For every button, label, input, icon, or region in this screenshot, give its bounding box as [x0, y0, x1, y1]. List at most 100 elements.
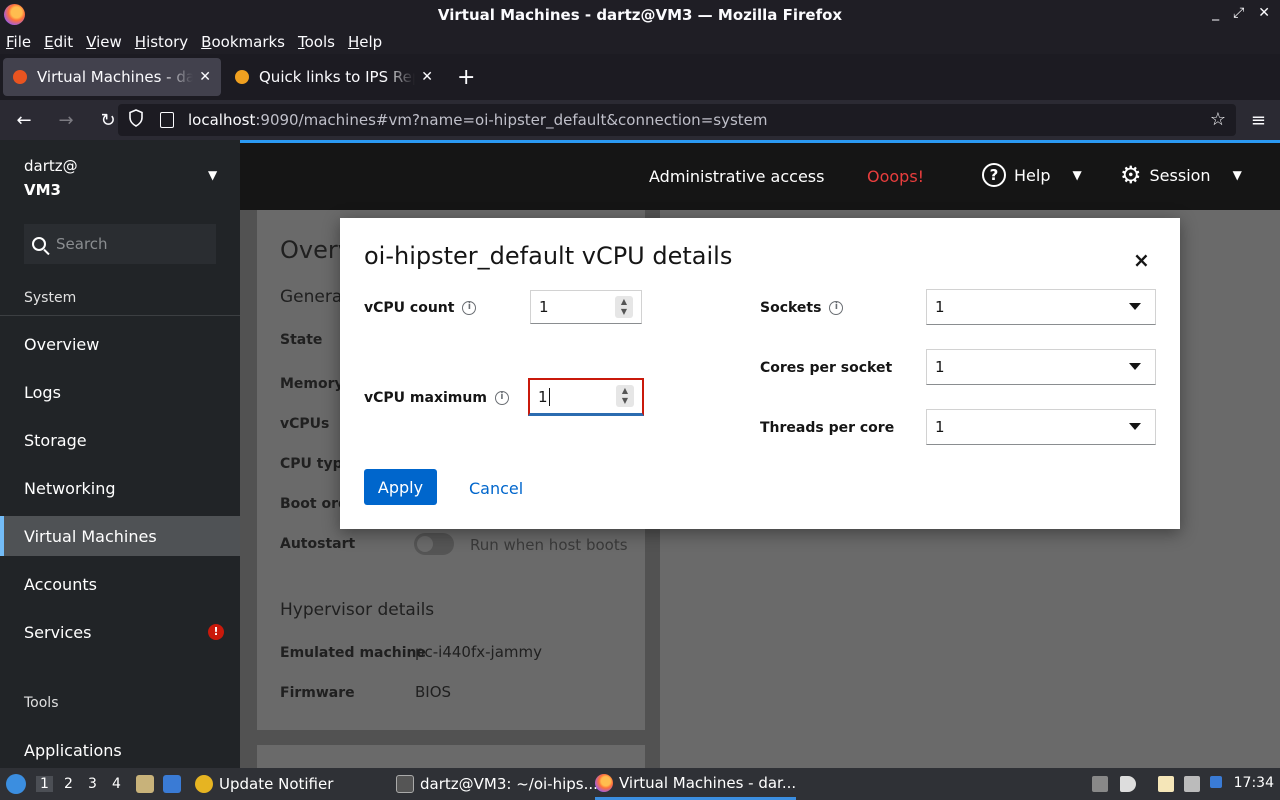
workspace-2[interactable]: 2 [64, 776, 73, 792]
sockets-text: Sockets [760, 300, 822, 316]
caret-down-icon [1129, 423, 1141, 430]
sidebar-item-overview[interactable]: Overview [0, 324, 240, 364]
spin-up-icon[interactable]: ▲ [622, 386, 628, 395]
sidebar-item-logs[interactable]: Logs [0, 372, 240, 412]
menu-edit[interactable]: Edit [44, 33, 73, 51]
menu-history[interactable]: History [135, 33, 188, 51]
network-icon[interactable] [1184, 776, 1200, 792]
cancel-button[interactable]: Cancel [469, 479, 523, 498]
new-tab-icon[interactable]: + [457, 65, 475, 90]
spin-up-icon[interactable]: ▲ [621, 297, 627, 306]
minimize-icon[interactable]: _ [1212, 5, 1219, 21]
threads-value: 1 [935, 418, 945, 436]
search-icon [32, 237, 46, 251]
sidebar-item-label: Applications [24, 740, 122, 760]
vcpu-count-input[interactable]: 1 ▲ ▼ [530, 290, 642, 324]
workspace-1[interactable]: 1 [36, 776, 53, 792]
tab-close-icon[interactable]: ✕ [199, 69, 211, 85]
info-icon[interactable]: i [494, 391, 509, 405]
threads-per-core-label: Threads per core [760, 420, 894, 436]
help-icon: ? [982, 163, 1006, 187]
vcpu-maximum-input[interactable]: 1 ▲ ▼ [528, 378, 644, 416]
help-menu-button[interactable]: ? Help ▼ [982, 163, 1082, 187]
workspace-3[interactable]: 3 [88, 776, 97, 792]
notification-icon[interactable] [1210, 776, 1222, 788]
spin-down-icon[interactable]: ▼ [622, 396, 628, 405]
vcpu-count-text: vCPU count [364, 300, 455, 316]
sidebar-item-applications[interactable]: Applications [0, 730, 240, 770]
taskbar-item-terminal[interactable]: dartz@VM3: ~/oi-hips... [396, 768, 598, 800]
menu-view[interactable]: View [86, 33, 122, 51]
apply-button[interactable]: Apply [364, 469, 437, 505]
clipboard-icon[interactable] [1158, 776, 1174, 792]
administrative-access-button[interactable]: Administrative access [649, 167, 824, 186]
volume-icon[interactable] [1120, 776, 1136, 792]
caret-down-icon: ▼ [1232, 168, 1242, 182]
caret-down-icon [1129, 363, 1141, 370]
caret-down-icon [1129, 303, 1141, 310]
sidebar-item-label: Accounts [24, 574, 97, 594]
spinner-icon[interactable]: ▲ ▼ [615, 296, 633, 318]
update-notifier-icon [195, 775, 213, 793]
session-label: Session [1149, 165, 1211, 185]
sidebar-item-label: Networking [24, 478, 116, 498]
host-name: VM3 [24, 181, 61, 199]
cores-per-socket-select[interactable]: 1 [926, 349, 1156, 385]
shield-icon[interactable] [128, 109, 146, 131]
sidebar-item-services[interactable]: Services ! [0, 612, 240, 652]
menu-help[interactable]: Help [348, 33, 382, 51]
sidebar-item-accounts[interactable]: Accounts [0, 564, 240, 604]
tray-scroll-icon[interactable] [1092, 776, 1108, 792]
page-info-icon[interactable] [160, 112, 174, 128]
taskbar-item-update-notifier[interactable]: Update Notifier [195, 768, 333, 800]
caret-down-icon[interactable]: ▼ [208, 168, 217, 182]
section-tools: Tools [24, 695, 59, 711]
maximize-icon[interactable]: ⤢ [1233, 5, 1244, 21]
error-badge-icon: ! [208, 624, 224, 640]
menu-bar: File Edit View History Bookmarks Tools H… [0, 30, 1280, 54]
autostart-toggle[interactable] [414, 533, 454, 555]
url-bar[interactable]: localhost:9090/machines#vm?name=oi-hipst… [118, 104, 1236, 136]
taskbar-item-firefox[interactable]: Virtual Machines - dar... [595, 768, 797, 800]
spin-down-icon[interactable]: ▼ [621, 307, 627, 316]
info-icon[interactable]: i [462, 301, 477, 315]
show-desktop-icon[interactable] [163, 775, 181, 793]
workspace-4[interactable]: 4 [112, 776, 121, 792]
firefox-icon [595, 773, 613, 792]
close-window-icon[interactable]: ✕ [1258, 5, 1270, 21]
url-host: localhost [188, 111, 256, 129]
forward-arrow-icon[interactable]: → [48, 110, 84, 131]
menu-bookmarks[interactable]: Bookmarks [201, 33, 285, 51]
oops-link[interactable]: Ooops! [867, 167, 924, 186]
sockets-select[interactable]: 1 [926, 289, 1156, 325]
modal-title: oi-hipster_default vCPU details [364, 242, 733, 270]
menu-tools[interactable]: Tools [298, 33, 335, 51]
search-input[interactable]: Search [24, 224, 216, 264]
sidebar-item-networking[interactable]: Networking [0, 468, 240, 508]
firmware-label: Firmware [280, 685, 355, 701]
session-menu-button[interactable]: ⚙ Session ▼ [1120, 163, 1242, 187]
row-autostart: Autostart [280, 536, 356, 552]
search-placeholder: Search [56, 235, 108, 253]
tab-label: Quick links to IPS Repositories [259, 68, 415, 86]
vcpu-count-value: 1 [539, 298, 549, 316]
window-controls: _ ⤢ ✕ [1212, 5, 1270, 21]
host-switcher[interactable]: dartz@ VM3 [24, 154, 78, 202]
sidebar-item-storage[interactable]: Storage [0, 420, 240, 460]
sidebar-item-virtual-machines[interactable]: Virtual Machines [0, 516, 240, 556]
threads-per-core-select[interactable]: 1 [926, 409, 1156, 445]
start-menu-icon[interactable] [6, 774, 26, 794]
tab-virtual-machines[interactable]: Virtual Machines - dartz@VM3 ✕ [3, 58, 221, 96]
back-arrow-icon[interactable]: ← [6, 110, 42, 131]
hamburger-menu-icon[interactable]: ≡ [1251, 110, 1266, 131]
menu-file[interactable]: File [6, 33, 31, 51]
tab-close-icon[interactable]: ✕ [421, 69, 433, 85]
spinner-icon[interactable]: ▲ ▼ [616, 385, 634, 407]
bookmark-star-icon[interactable]: ☆ [1210, 109, 1226, 130]
tab-quick-links[interactable]: Quick links to IPS Repositories ✕ [225, 58, 443, 96]
info-icon[interactable]: i [829, 301, 844, 315]
close-icon[interactable]: × [1133, 248, 1150, 272]
clock[interactable]: 17:34 [1234, 775, 1274, 791]
file-manager-icon[interactable] [136, 775, 154, 793]
window-title: Virtual Machines - dartz@VM3 — Mozilla F… [437, 6, 843, 24]
